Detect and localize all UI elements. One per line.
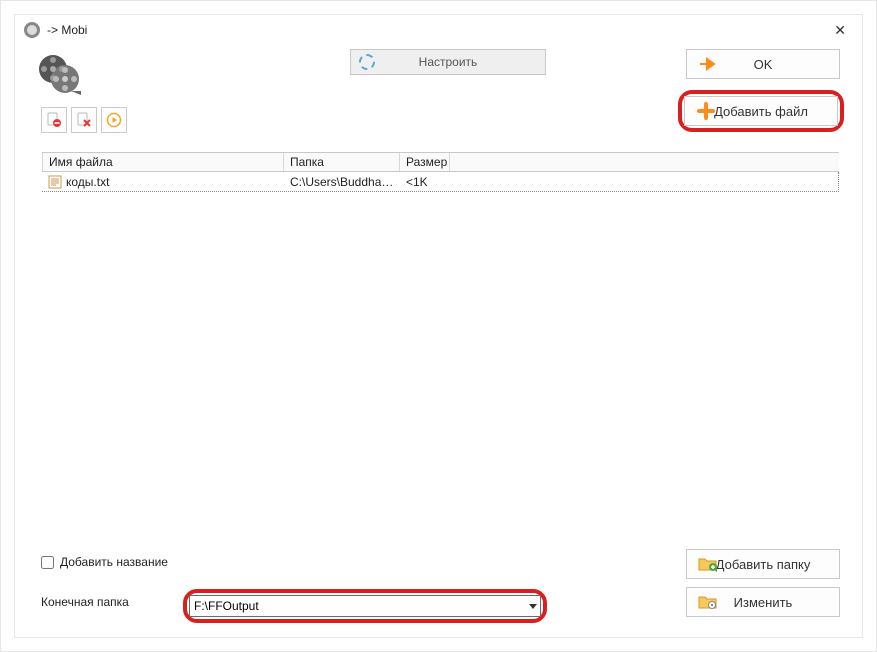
addfile-label: Добавить файл: [714, 104, 808, 119]
table-row[interactable]: коды.txt C:\Users\Buddha\D... <1K: [42, 172, 839, 192]
cell-filename: коды.txt: [66, 175, 109, 189]
add-file-button[interactable]: Добавить файл: [684, 96, 838, 126]
add-title-checkbox-row[interactable]: Добавить название: [41, 555, 168, 569]
change-button[interactable]: Изменить: [686, 587, 840, 617]
settings-label: Настроить: [419, 55, 478, 69]
file-table: Имя файла Папка Размер коды.txt C:\Users…: [41, 151, 840, 505]
app-icon: [23, 21, 41, 39]
output-folder-label: Конечная папка: [41, 595, 129, 609]
plus-icon: [695, 102, 717, 120]
addfolder-label: Добавить папку: [716, 557, 811, 572]
col-folder[interactable]: Папка: [284, 153, 400, 171]
arrow-right-icon: [697, 56, 719, 72]
output-folder-combo[interactable]: F:\FFOutput: [189, 595, 541, 617]
ok-button[interactable]: OK: [686, 49, 840, 79]
folder-gear-icon: [697, 594, 719, 610]
settings-button[interactable]: Настроить: [350, 49, 546, 75]
cell-size: <1K: [400, 173, 450, 191]
addfile-highlight: Добавить файл: [678, 90, 844, 132]
textfile-icon: [48, 175, 62, 189]
col-size[interactable]: Размер: [400, 153, 450, 171]
cell-folder: C:\Users\Buddha\D...: [284, 173, 400, 191]
window-title: -> Mobi: [47, 23, 87, 37]
page-minus-icon: [46, 112, 62, 128]
add-title-label: Добавить название: [60, 555, 168, 569]
close-icon[interactable]: ✕: [826, 20, 854, 41]
ok-label: OK: [754, 57, 773, 72]
play-button[interactable]: [101, 107, 127, 133]
filmreel-icon: [35, 51, 83, 99]
output-path: F:\FFOutput: [194, 599, 259, 613]
chevron-down-icon: [529, 604, 537, 609]
remove-file-button[interactable]: [41, 107, 67, 133]
gear-icon: [359, 54, 375, 70]
add-title-checkbox[interactable]: [41, 556, 54, 569]
play-icon: [106, 112, 122, 128]
folder-plus-icon: [697, 556, 719, 572]
change-label: Изменить: [734, 595, 793, 610]
add-folder-button[interactable]: Добавить папку: [686, 549, 840, 579]
page-x-icon: [76, 112, 92, 128]
output-highlight: F:\FFOutput: [183, 589, 547, 623]
clear-files-button[interactable]: [71, 107, 97, 133]
col-filename[interactable]: Имя файла: [42, 153, 284, 171]
table-header: Имя файла Папка Размер: [42, 152, 839, 172]
titlebar: -> Mobi ✕: [15, 15, 862, 45]
file-action-row: [41, 107, 127, 133]
